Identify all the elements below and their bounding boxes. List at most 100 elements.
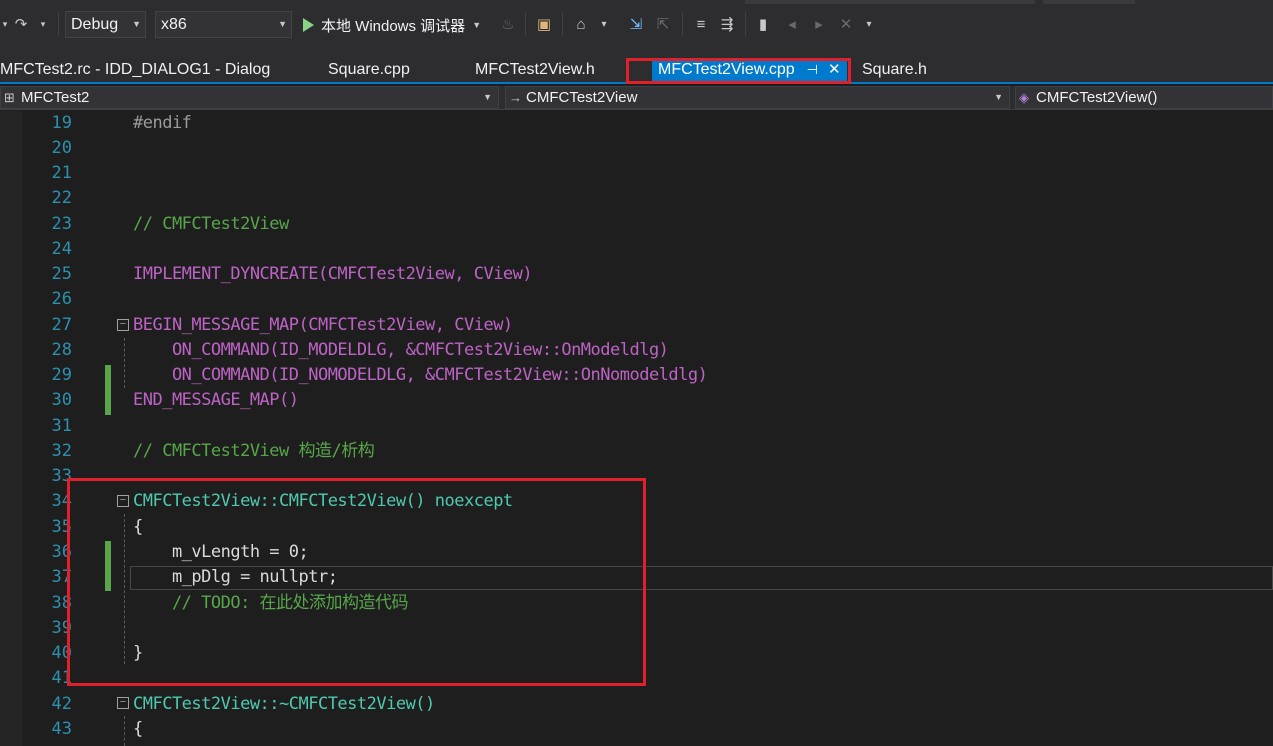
redo-dropdown-icon[interactable]: ▾ bbox=[36, 10, 50, 38]
line-number: 31 bbox=[51, 416, 72, 436]
line-number: 24 bbox=[51, 239, 72, 259]
code-text: #endif bbox=[133, 113, 192, 133]
code-line: 24 bbox=[0, 237, 1273, 262]
code-line: 21 bbox=[0, 161, 1273, 186]
scope-name: CMFCTest2View bbox=[526, 89, 638, 106]
line-number: 32 bbox=[51, 441, 72, 461]
start-debugging-button[interactable]: 本地 Windows 调试器 ▼ bbox=[303, 12, 481, 38]
redo-icon[interactable]: ↷ bbox=[10, 10, 32, 38]
line-number: 27 bbox=[51, 315, 72, 335]
code-text: // CMFCTest2View bbox=[133, 214, 289, 234]
line-number: 20 bbox=[51, 138, 72, 158]
code-text: END_MESSAGE_MAP() bbox=[133, 390, 299, 410]
line-number: 40 bbox=[51, 643, 72, 663]
code-text: ON_COMMAND(ID_MODELDLG, &CMFCTest2View::… bbox=[133, 340, 669, 360]
member-dropdown[interactable]: ◈ CMFCTest2View() bbox=[1015, 86, 1273, 109]
line-number: 28 bbox=[51, 340, 72, 360]
bookmark-icon[interactable]: ▮ bbox=[752, 10, 774, 38]
code-line: 23 // CMFCTest2View bbox=[0, 212, 1273, 237]
project-icon: ⊞ bbox=[4, 90, 15, 105]
line-number: 34 bbox=[51, 491, 72, 511]
code-line: 25 IMPLEMENT_DYNCREATE(CMFCTest2View, CV… bbox=[0, 262, 1273, 287]
line-number: 41 bbox=[51, 668, 72, 688]
toolbar-edge bbox=[1043, 0, 1135, 4]
browse-icon[interactable]: ⌂ bbox=[569, 10, 593, 38]
line-number: 39 bbox=[51, 618, 72, 638]
line-number: 36 bbox=[51, 542, 72, 562]
platform-value: x86 bbox=[161, 16, 187, 33]
separator bbox=[745, 12, 746, 36]
code-line: 30 END_MESSAGE_MAP() bbox=[0, 388, 1273, 413]
navigation-bar: ⊞ MFCTest2 ▼ → CMFCTest2View ▼ ◈ CMFCTes… bbox=[0, 86, 1273, 110]
code-line: 27 BEGIN_MESSAGE_MAP(CMFCTest2View, CVie… bbox=[0, 313, 1273, 338]
chevron-down-icon: ▼ bbox=[483, 92, 492, 102]
code-text: // CMFCTest2View 构造/析构 bbox=[133, 441, 375, 461]
separator bbox=[58, 12, 59, 36]
align-icon[interactable]: ≡ bbox=[690, 10, 712, 38]
line-number: 29 bbox=[51, 365, 72, 385]
chevron-down-icon[interactable]: ▾ bbox=[862, 10, 876, 38]
code-line: 22 bbox=[0, 186, 1273, 211]
separator bbox=[525, 12, 526, 36]
code-editor[interactable]: − − − 19 #endif 20 21 22 23 // CMFCTest2… bbox=[0, 111, 1273, 746]
chevron-down-icon: ▼ bbox=[994, 92, 1003, 102]
code-line: 28 ON_COMMAND(ID_MODELDLG, &CMFCTest2Vie… bbox=[0, 338, 1273, 363]
line-number: 26 bbox=[51, 289, 72, 309]
tab-mfctest2-rc[interactable]: MFCTest2.rc - IDD_DIALOG1 - Dialog bbox=[0, 58, 270, 84]
chevron-down-icon: ▼ bbox=[278, 19, 287, 29]
code-line: 26 bbox=[0, 287, 1273, 312]
undo-dropdown-icon[interactable]: ▾ bbox=[0, 10, 10, 38]
line-number: 22 bbox=[51, 188, 72, 208]
tab-square-h[interactable]: Square.h bbox=[862, 58, 927, 84]
line-number: 33 bbox=[51, 466, 72, 486]
project-dropdown[interactable]: ⊞ MFCTest2 ▼ bbox=[0, 86, 499, 109]
code-line: 43 { bbox=[0, 717, 1273, 742]
separator bbox=[682, 12, 683, 36]
highlight-box bbox=[626, 58, 851, 84]
project-name: MFCTest2 bbox=[21, 89, 90, 106]
line-number: 38 bbox=[51, 593, 72, 613]
clear-bookmarks-icon[interactable]: ✕ bbox=[835, 10, 857, 38]
next-bookmark-icon[interactable]: ▸ bbox=[808, 10, 830, 38]
code-line: 42 CMFCTest2View::~CMFCTest2View() bbox=[0, 692, 1273, 717]
chevron-down-icon: ▼ bbox=[472, 20, 482, 30]
separator bbox=[562, 12, 563, 36]
line-number: 23 bbox=[51, 214, 72, 234]
comment-icon[interactable]: ⇶ bbox=[716, 10, 738, 38]
platform-select[interactable]: x86 ▼ bbox=[155, 11, 292, 38]
highlight-box bbox=[67, 478, 646, 686]
hot-reload-icon[interactable]: ♨ bbox=[498, 10, 518, 38]
configuration-select[interactable]: Debug ▼ bbox=[65, 11, 146, 38]
line-number: 19 bbox=[51, 113, 72, 133]
start-debugging-label: 本地 Windows 调试器 bbox=[321, 17, 466, 35]
code-text: IMPLEMENT_DYNCREATE(CMFCTest2View, CView… bbox=[133, 264, 533, 284]
tab-square-cpp[interactable]: Square.cpp bbox=[328, 58, 410, 84]
open-folder-icon[interactable]: ▣ bbox=[532, 10, 556, 38]
member-name: CMFCTest2View() bbox=[1036, 89, 1158, 106]
line-number: 21 bbox=[51, 163, 72, 183]
prev-bookmark-icon[interactable]: ◂ bbox=[781, 10, 803, 38]
toolbar-edge bbox=[745, 0, 1035, 4]
tab-mfctest2view-h[interactable]: MFCTest2View.h bbox=[475, 58, 595, 84]
scope-dropdown[interactable]: → CMFCTest2View ▼ bbox=[505, 86, 1010, 109]
step-icon[interactable]: ⇲ bbox=[625, 10, 647, 38]
chevron-down-icon: ▼ bbox=[132, 19, 141, 29]
line-number: 25 bbox=[51, 264, 72, 284]
toolbar: ▾ ↷ ▾ Debug ▼ x86 ▼ 本地 Windows 调试器 ▼ ♨ ▣… bbox=[0, 0, 1273, 48]
configuration-value: Debug bbox=[71, 16, 119, 33]
code-line: 31 bbox=[0, 414, 1273, 439]
line-number: 30 bbox=[51, 390, 72, 410]
line-number: 35 bbox=[51, 517, 72, 537]
code-line: 29 ON_COMMAND(ID_NOMODELDLG, &CMFCTest2V… bbox=[0, 363, 1273, 388]
code-text: CMFCTest2View::~CMFCTest2View() bbox=[133, 694, 435, 714]
step-out-icon[interactable]: ⇱ bbox=[652, 10, 674, 38]
code-line: 32 // CMFCTest2View 构造/析构 bbox=[0, 439, 1273, 464]
code-text: { bbox=[133, 719, 143, 739]
line-number: 42 bbox=[51, 694, 72, 714]
chevron-down-icon[interactable]: ▾ bbox=[597, 10, 611, 38]
arrow-right-icon: → bbox=[509, 90, 522, 105]
line-number: 37 bbox=[51, 567, 72, 587]
code-text: ON_COMMAND(ID_NOMODELDLG, &CMFCTest2View… bbox=[133, 365, 708, 385]
method-icon: ◈ bbox=[1019, 90, 1029, 105]
line-number: 43 bbox=[51, 719, 72, 739]
